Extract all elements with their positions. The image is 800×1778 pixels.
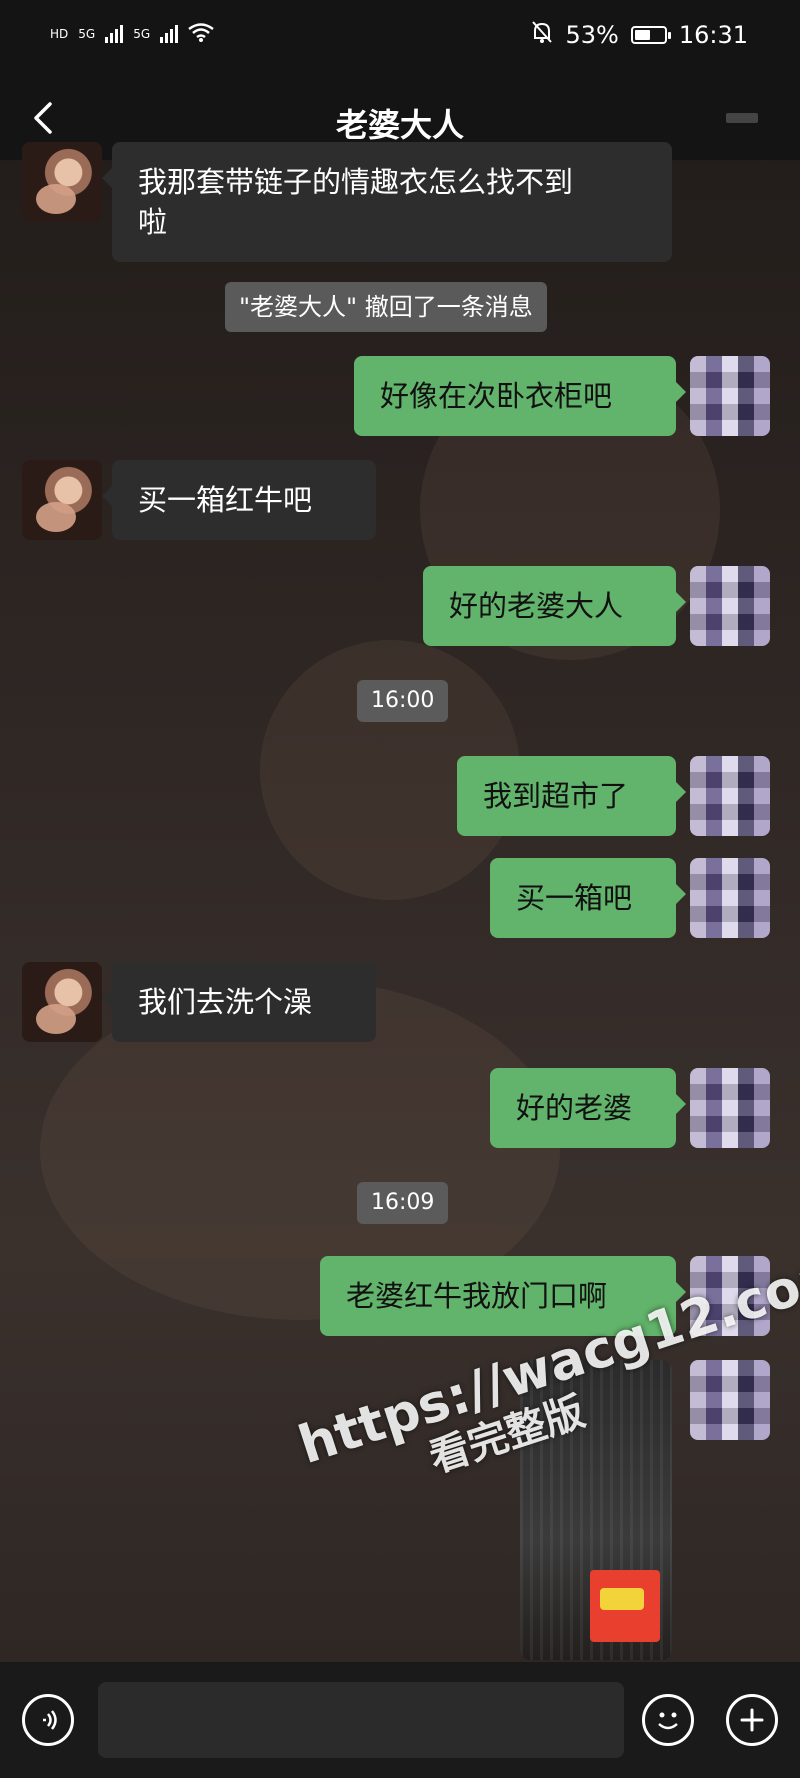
timestamp: 16:00	[357, 680, 449, 722]
system-status: 53% 16:31	[531, 20, 748, 50]
outgoing-message: 好像在次卧衣柜吧	[354, 356, 686, 436]
timestamp: 16:09	[357, 1182, 449, 1224]
emoji-icon	[658, 1712, 678, 1730]
voice-icon	[43, 1710, 57, 1730]
voice-button[interactable]	[22, 1694, 74, 1746]
more-button[interactable]	[722, 106, 762, 130]
my-avatar[interactable]	[690, 858, 770, 938]
my-avatar[interactable]	[690, 1068, 770, 1148]
outgoing-message: 好的老婆	[490, 1068, 686, 1148]
hd-badge: HD	[50, 26, 69, 41]
battery-icon	[630, 26, 671, 44]
incoming-message: 我们去洗个澡	[102, 962, 376, 1042]
message-input[interactable]	[98, 1682, 624, 1758]
more-icon	[726, 113, 758, 123]
chat-title: 老婆大人	[335, 106, 464, 144]
incoming-message: 我那套带链子的情趣衣怎么找不到 啦	[102, 142, 672, 262]
wifi-icon	[188, 22, 214, 45]
input-bar	[0, 1662, 800, 1778]
mute-icon	[531, 20, 553, 50]
outgoing-message: 买一箱吧	[490, 858, 686, 938]
my-avatar[interactable]	[690, 566, 770, 646]
red-bull-case-image	[590, 1570, 660, 1642]
network-type-2: 5G	[133, 26, 151, 41]
chat-screen: HD 5G 5G 53% 16:31 老婆大人 我那套带链子的情趣衣怎么找不到	[0, 0, 800, 1778]
my-avatar[interactable]	[690, 756, 770, 836]
clock: 16:31	[678, 21, 748, 49]
status-bar: HD 5G 5G 53% 16:31	[0, 0, 800, 78]
contact-avatar[interactable]	[22, 962, 102, 1042]
incoming-message: 买一箱红牛吧	[102, 460, 376, 540]
emoji-button[interactable]	[642, 1694, 694, 1746]
battery-level	[634, 30, 650, 40]
signal-icon	[160, 24, 179, 43]
my-avatar[interactable]	[690, 356, 770, 436]
network-status: HD 5G 5G	[50, 22, 214, 45]
outgoing-message: 好的老婆大人	[423, 566, 686, 646]
message-text-line: 啦	[138, 205, 168, 239]
plus-icon	[740, 1708, 764, 1732]
network-type-1: 5G	[78, 26, 96, 41]
recall-notice: "老婆大人" 撤回了一条消息	[225, 282, 547, 332]
contact-avatar[interactable]	[22, 460, 102, 540]
contact-avatar[interactable]	[22, 142, 102, 222]
plus-button[interactable]	[726, 1694, 778, 1746]
message-text-line: 我那套带链子的情趣衣怎么找不到	[138, 165, 574, 199]
battery-percent: 53%	[565, 21, 619, 49]
outgoing-message: 我到超市了	[457, 756, 686, 836]
signal-icon	[105, 24, 124, 43]
